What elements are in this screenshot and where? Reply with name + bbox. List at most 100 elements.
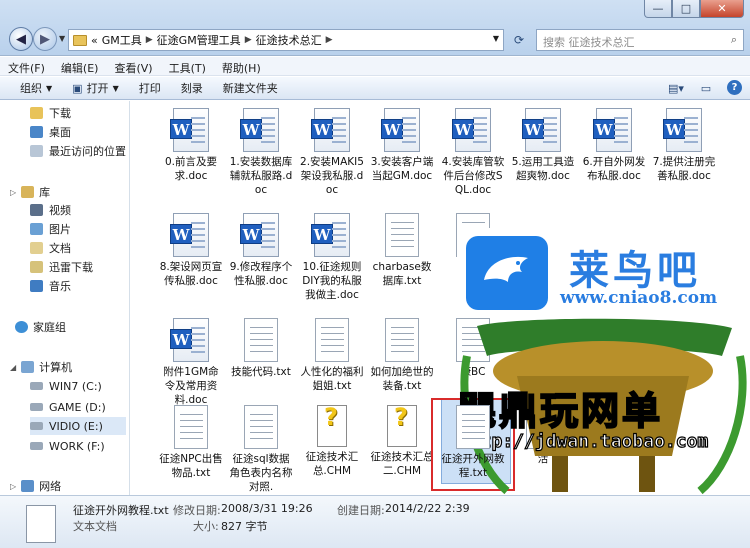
- nav-item-drive-e[interactable]: VIDIO (E:): [30, 417, 126, 435]
- bird-logo-icon: [466, 236, 548, 310]
- file-item[interactable]: W 4.安装库管软件后台修改SQL.doc: [441, 108, 505, 197]
- file-item[interactable]: charbase数据库.txt: [370, 213, 434, 288]
- help-file-icon: ?: [317, 403, 347, 447]
- details-created-label: 创建日期:: [337, 504, 385, 517]
- file-item[interactable]: W 7.提供注册完善私服.doc: [652, 108, 716, 183]
- menu-view[interactable]: 查看(V): [106, 57, 160, 75]
- file-item[interactable]: 人性化的福利姐姐.txt: [300, 318, 364, 393]
- breadcrumb-gm-tools[interactable]: GM工具: [102, 32, 142, 48]
- search-input[interactable]: 搜索 征途技术总汇 ⌕: [536, 29, 744, 51]
- chevron-right-icon[interactable]: ▶: [146, 35, 153, 45]
- file-name: 附件1GM命令及常用资料.doc: [163, 366, 219, 406]
- recent-pages-dropdown[interactable]: ▼: [59, 34, 65, 43]
- file-item[interactable]: 如何加绝世的装备.txt: [370, 318, 434, 393]
- breadcrumb-gm-manager[interactable]: 征途GM管理工具: [157, 32, 241, 48]
- file-name: 0.前言及要求.doc: [164, 156, 218, 182]
- window-controls: — □ ✕: [644, 0, 744, 18]
- chevron-right-icon[interactable]: ▶: [245, 35, 252, 45]
- file-item[interactable]: W 5.运用工具造超爽物.doc: [511, 108, 575, 183]
- text-file-icon: [385, 213, 419, 257]
- file-name: 2.安装MAKI5 架设我私服.doc: [300, 156, 364, 196]
- nav-label: 音乐: [49, 280, 71, 293]
- forward-button[interactable]: ▶: [33, 27, 57, 51]
- nav-group-computer[interactable]: ◢ 计算机: [10, 359, 72, 375]
- file-item[interactable]: W 3.安装客户端当起GM.doc: [370, 108, 434, 183]
- nav-group-homegroup[interactable]: 家庭组: [10, 319, 66, 335]
- text-file-icon: [385, 318, 419, 362]
- nav-item-drive-c[interactable]: WIN7 (C:): [30, 377, 102, 395]
- drive-icon: [30, 382, 43, 390]
- menu-tools[interactable]: 工具(T): [161, 57, 214, 75]
- print-button[interactable]: 打印: [129, 80, 171, 96]
- menu-edit[interactable]: 编辑(E): [53, 57, 107, 75]
- details-created: 2014/2/22 2:39: [385, 502, 470, 515]
- burn-button[interactable]: 刻录: [171, 80, 213, 96]
- file-item[interactable]: 征途NPC出售物品.txt: [159, 405, 223, 480]
- file-item[interactable]: ? 征途技术汇总.CHM: [300, 403, 364, 478]
- file-item[interactable]: 征途sql数据角色表内名称对照.: [229, 405, 293, 494]
- folder-icon: [73, 34, 87, 46]
- preview-pane-icon[interactable]: ▭: [697, 80, 715, 96]
- file-item[interactable]: W 2.安装MAKI5 架设我私服.doc: [300, 108, 364, 197]
- file-item[interactable]: W 9.修改程序个性私服.doc: [229, 213, 293, 288]
- collapse-triangle-icon[interactable]: ◢: [10, 363, 16, 372]
- nav-label: GAME (D:): [49, 400, 106, 414]
- nav-item-thunder-downloads[interactable]: 迅雷下载: [30, 258, 93, 276]
- nav-group-libraries[interactable]: ▷ 库: [10, 184, 50, 200]
- expand-triangle-icon[interactable]: ▷: [10, 188, 16, 197]
- menu-file[interactable]: 文件(F): [0, 57, 53, 75]
- nav-item-music[interactable]: 音乐: [30, 277, 71, 295]
- word-document-icon: W: [170, 213, 209, 257]
- nav-item-downloads[interactable]: 下载: [30, 104, 71, 122]
- open-button[interactable]: ▣ 打开 ▼: [62, 80, 129, 96]
- nav-label: 桌面: [49, 126, 71, 139]
- file-item[interactable]: W 10.征途规则DIY我的私服我做主.doc: [300, 213, 364, 302]
- word-document-icon: W: [452, 108, 491, 152]
- chevron-right-icon[interactable]: ▶: [326, 35, 333, 45]
- nav-item-desktop[interactable]: 桌面: [30, 123, 71, 141]
- new-folder-button[interactable]: 新建文件夹: [213, 80, 288, 96]
- refresh-button[interactable]: ⟳: [508, 30, 530, 50]
- address-bar[interactable]: « GM工具 ▶ 征途GM管理工具 ▶ 征途技术总汇 ▶ ▼: [68, 29, 504, 51]
- word-document-icon: W: [311, 213, 350, 257]
- video-library-icon: [30, 204, 43, 216]
- nav-label: 最近访问的位置: [49, 145, 126, 158]
- file-item[interactable]: 征途开外网教程.txt: [441, 405, 505, 480]
- file-name: 8.架设网页宣传私服.doc: [159, 261, 223, 287]
- menu-help[interactable]: 帮助(H): [214, 57, 269, 75]
- file-item[interactable]: W 1.安装数据库辅就私服路.doc: [229, 108, 293, 197]
- file-item[interactable]: W 8.架设网页宣传私服.doc: [159, 213, 223, 288]
- nav-item-recent-places[interactable]: 最近访问的位置: [30, 142, 126, 160]
- expand-triangle-icon[interactable]: ▷: [10, 482, 16, 491]
- change-view-icon[interactable]: ▤▾: [667, 80, 685, 96]
- burn-label: 刻录: [180, 82, 203, 95]
- nav-item-drive-d[interactable]: GAME (D:): [30, 398, 106, 416]
- nav-item-drive-f[interactable]: WORK (F:): [30, 437, 105, 455]
- file-item[interactable]: W 0.前言及要求.doc: [159, 108, 223, 183]
- breadcrumb-overflow[interactable]: «: [91, 34, 98, 47]
- maximize-button[interactable]: □: [672, 0, 700, 18]
- nav-label: 图片: [49, 223, 71, 236]
- chevron-down-icon[interactable]: ▼: [493, 34, 499, 43]
- breadcrumb-tech-summary[interactable]: 征途技术总汇: [256, 32, 322, 48]
- organize-button[interactable]: 组织 ▼: [0, 80, 62, 96]
- minimize-button[interactable]: —: [644, 0, 672, 18]
- text-file-icon: [315, 318, 349, 362]
- nav-item-pictures[interactable]: 图片: [30, 220, 71, 238]
- help-icon[interactable]: ?: [727, 80, 742, 95]
- file-item[interactable]: 技能代码.txt: [229, 318, 293, 379]
- chevron-down-icon: ▼: [46, 83, 53, 93]
- nav-item-documents[interactable]: 文档: [30, 239, 71, 257]
- nav-item-videos[interactable]: 视频: [30, 201, 71, 219]
- details-modified: 2008/3/31 19:26: [221, 502, 313, 515]
- recent-places-icon: [30, 145, 43, 157]
- file-name: 1.安装数据库辅就私服路.doc: [229, 156, 293, 196]
- close-button[interactable]: ✕: [700, 0, 744, 18]
- file-name: 征途sql数据角色表内名称对照.: [229, 453, 293, 493]
- back-button[interactable]: ◀: [9, 27, 33, 51]
- file-name: 3.安装客户端当起GM.doc: [370, 156, 434, 182]
- nav-group-network[interactable]: ▷ 网络: [10, 478, 61, 494]
- file-item[interactable]: W 6.开自外网发布私服.doc: [582, 108, 646, 183]
- file-item[interactable]: W 附件1GM命令及常用资料.doc: [159, 318, 223, 407]
- file-item[interactable]: ? 征途技术汇总二.CHM: [370, 403, 434, 478]
